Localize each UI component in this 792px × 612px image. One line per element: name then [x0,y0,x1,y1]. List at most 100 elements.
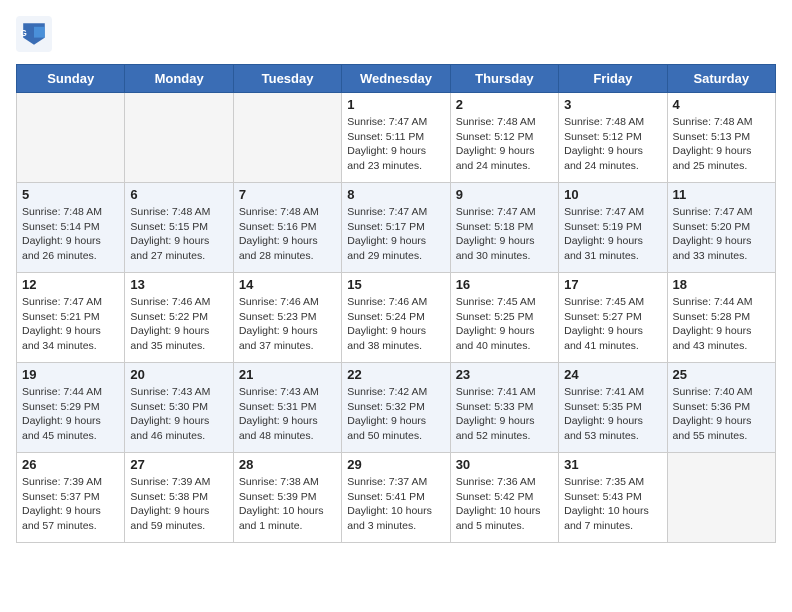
cell-content: Sunrise: 7:43 AM Sunset: 5:30 PM Dayligh… [130,385,227,444]
day-number: 26 [22,457,119,472]
calendar-week-row: 19 Sunrise: 7:44 AM Sunset: 5:29 PM Dayli… [17,363,776,453]
column-header-wednesday: Wednesday [342,65,450,93]
cell-content: Sunrise: 7:42 AM Sunset: 5:32 PM Dayligh… [347,385,444,444]
calendar-cell: 15 Sunrise: 7:46 AM Sunset: 5:24 PM Dayli… [342,273,450,363]
calendar-cell [17,93,125,183]
calendar-cell: 7 Sunrise: 7:48 AM Sunset: 5:16 PM Daylig… [233,183,341,273]
day-number: 24 [564,367,661,382]
day-number: 15 [347,277,444,292]
calendar-week-row: 5 Sunrise: 7:48 AM Sunset: 5:14 PM Daylig… [17,183,776,273]
calendar-cell: 21 Sunrise: 7:43 AM Sunset: 5:31 PM Dayli… [233,363,341,453]
day-number: 28 [239,457,336,472]
calendar-week-row: 1 Sunrise: 7:47 AM Sunset: 5:11 PM Daylig… [17,93,776,183]
calendar-cell: 2 Sunrise: 7:48 AM Sunset: 5:12 PM Daylig… [450,93,558,183]
cell-content: Sunrise: 7:48 AM Sunset: 5:14 PM Dayligh… [22,205,119,264]
cell-content: Sunrise: 7:39 AM Sunset: 5:38 PM Dayligh… [130,475,227,534]
calendar-cell: 5 Sunrise: 7:48 AM Sunset: 5:14 PM Daylig… [17,183,125,273]
calendar-cell [233,93,341,183]
calendar-week-row: 12 Sunrise: 7:47 AM Sunset: 5:21 PM Dayli… [17,273,776,363]
calendar-cell [667,453,775,543]
calendar-cell: 22 Sunrise: 7:42 AM Sunset: 5:32 PM Dayli… [342,363,450,453]
calendar-cell: 17 Sunrise: 7:45 AM Sunset: 5:27 PM Dayli… [559,273,667,363]
day-number: 11 [673,187,770,202]
cell-content: Sunrise: 7:47 AM Sunset: 5:20 PM Dayligh… [673,205,770,264]
calendar-table: SundayMondayTuesdayWednesdayThursdayFrid… [16,64,776,543]
day-number: 5 [22,187,119,202]
cell-content: Sunrise: 7:43 AM Sunset: 5:31 PM Dayligh… [239,385,336,444]
svg-text:G: G [21,29,27,38]
day-number: 20 [130,367,227,382]
day-number: 1 [347,97,444,112]
cell-content: Sunrise: 7:46 AM Sunset: 5:22 PM Dayligh… [130,295,227,354]
day-number: 31 [564,457,661,472]
day-number: 9 [456,187,553,202]
column-header-thursday: Thursday [450,65,558,93]
cell-content: Sunrise: 7:48 AM Sunset: 5:12 PM Dayligh… [564,115,661,174]
day-number: 18 [673,277,770,292]
column-header-tuesday: Tuesday [233,65,341,93]
calendar-cell: 13Sunrise: 7:46 AM Sunset: 5:22 PM Dayli… [125,273,233,363]
cell-content: Sunrise: 7:47 AM Sunset: 5:19 PM Dayligh… [564,205,661,264]
cell-content: Sunrise: 7:46 AM Sunset: 5:23 PM Dayligh… [239,295,336,354]
calendar-header-row: SundayMondayTuesdayWednesdayThursdayFrid… [17,65,776,93]
calendar-cell: 9 Sunrise: 7:47 AM Sunset: 5:18 PM Daylig… [450,183,558,273]
day-number: 22 [347,367,444,382]
cell-content: Sunrise: 7:45 AM Sunset: 5:27 PM Dayligh… [564,295,661,354]
calendar-cell: 28 Sunrise: 7:38 AM Sunset: 5:39 PM Dayli… [233,453,341,543]
day-number: 8 [347,187,444,202]
cell-content: Sunrise: 7:39 AM Sunset: 5:37 PM Dayligh… [22,475,119,534]
cell-content: Sunrise: 7:48 AM Sunset: 5:12 PM Dayligh… [456,115,553,174]
calendar-cell: 11 Sunrise: 7:47 AM Sunset: 5:20 PM Dayli… [667,183,775,273]
calendar-cell: 16Sunrise: 7:45 AM Sunset: 5:25 PM Dayli… [450,273,558,363]
calendar-cell: 8 Sunrise: 7:47 AM Sunset: 5:17 PM Daylig… [342,183,450,273]
day-number: 7 [239,187,336,202]
day-number: 2 [456,97,553,112]
calendar-cell: 4 Sunrise: 7:48 AM Sunset: 5:13 PM Daylig… [667,93,775,183]
cell-content: Sunrise: 7:41 AM Sunset: 5:35 PM Dayligh… [564,385,661,444]
logo: G [16,16,58,52]
calendar-cell: 27Sunrise: 7:39 AM Sunset: 5:38 PM Dayli… [125,453,233,543]
cell-content: Sunrise: 7:40 AM Sunset: 5:36 PM Dayligh… [673,385,770,444]
calendar-cell: 10 Sunrise: 7:47 AM Sunset: 5:19 PM Dayli… [559,183,667,273]
cell-content: Sunrise: 7:48 AM Sunset: 5:13 PM Dayligh… [673,115,770,174]
day-number: 10 [564,187,661,202]
cell-content: Sunrise: 7:36 AM Sunset: 5:42 PM Dayligh… [456,475,553,534]
day-number: 6 [130,187,227,202]
calendar-cell: 25 Sunrise: 7:40 AM Sunset: 5:36 PM Dayli… [667,363,775,453]
logo-icon: G [16,16,52,52]
day-number: 25 [673,367,770,382]
cell-content: Sunrise: 7:47 AM Sunset: 5:21 PM Dayligh… [22,295,119,354]
cell-content: Sunrise: 7:47 AM Sunset: 5:18 PM Dayligh… [456,205,553,264]
day-number: 21 [239,367,336,382]
cell-content: Sunrise: 7:47 AM Sunset: 5:17 PM Dayligh… [347,205,444,264]
day-number: 30 [456,457,553,472]
cell-content: Sunrise: 7:38 AM Sunset: 5:39 PM Dayligh… [239,475,336,534]
calendar-cell: 29 Sunrise: 7:37 AM Sunset: 5:41 PM Dayli… [342,453,450,543]
cell-content: Sunrise: 7:37 AM Sunset: 5:41 PM Dayligh… [347,475,444,534]
calendar-cell: 6Sunrise: 7:48 AM Sunset: 5:15 PM Daylig… [125,183,233,273]
calendar-cell: 30 Sunrise: 7:36 AM Sunset: 5:42 PM Dayli… [450,453,558,543]
day-number: 17 [564,277,661,292]
cell-content: Sunrise: 7:48 AM Sunset: 5:16 PM Dayligh… [239,205,336,264]
cell-content: Sunrise: 7:44 AM Sunset: 5:28 PM Dayligh… [673,295,770,354]
column-header-friday: Friday [559,65,667,93]
day-number: 3 [564,97,661,112]
column-header-monday: Monday [125,65,233,93]
day-number: 14 [239,277,336,292]
day-number: 23 [456,367,553,382]
calendar-cell: 20 Sunrise: 7:43 AM Sunset: 5:30 PM Dayli… [125,363,233,453]
calendar-cell: 23 Sunrise: 7:41 AM Sunset: 5:33 PM Dayli… [450,363,558,453]
cell-content: Sunrise: 7:47 AM Sunset: 5:11 PM Dayligh… [347,115,444,174]
day-number: 29 [347,457,444,472]
cell-content: Sunrise: 7:46 AM Sunset: 5:24 PM Dayligh… [347,295,444,354]
day-number: 19 [22,367,119,382]
day-number: 4 [673,97,770,112]
cell-content: Sunrise: 7:41 AM Sunset: 5:33 PM Dayligh… [456,385,553,444]
column-header-saturday: Saturday [667,65,775,93]
day-number: 12 [22,277,119,292]
page-header: G [16,16,776,52]
calendar-cell: 12 Sunrise: 7:47 AM Sunset: 5:21 PM Dayli… [17,273,125,363]
calendar-cell [125,93,233,183]
calendar-cell: 18 Sunrise: 7:44 AM Sunset: 5:28 PM Dayli… [667,273,775,363]
cell-content: Sunrise: 7:44 AM Sunset: 5:29 PM Dayligh… [22,385,119,444]
